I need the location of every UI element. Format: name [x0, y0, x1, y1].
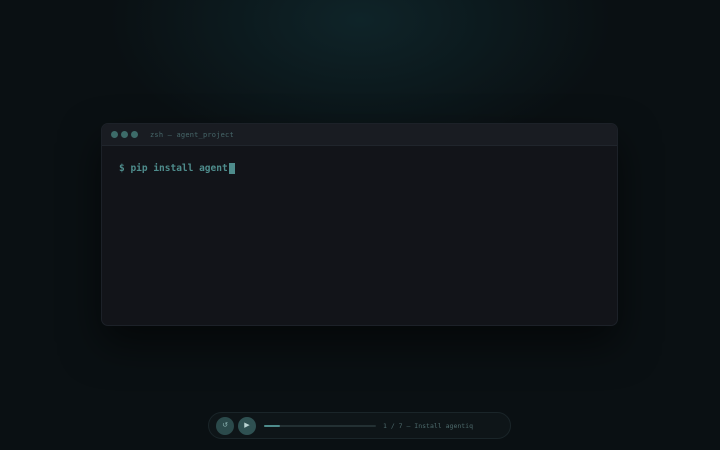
- terminal-window: zsh — agent_project $ pip install agent: [101, 123, 618, 326]
- terminal-body[interactable]: $ pip install agent: [102, 146, 617, 174]
- command-line: $ pip install agent: [119, 163, 617, 174]
- step-label: 1 / 7 — Install agentiq: [383, 421, 474, 430]
- playback-controls: ↺ ▶ 1 / 7 — Install agentiq: [208, 412, 511, 439]
- window-minimize-dot[interactable]: [121, 131, 128, 138]
- terminal-titlebar: zsh — agent_project: [102, 124, 617, 146]
- text-cursor: [228, 163, 235, 174]
- play-button[interactable]: ▶: [238, 416, 256, 435]
- prev-step-button[interactable]: ↺: [216, 416, 234, 435]
- terminal-title: zsh — agent_project: [150, 130, 234, 139]
- window-maximize-dot[interactable]: [131, 131, 138, 138]
- prev-step-icon: ↺: [222, 421, 228, 429]
- progress-fill: [264, 424, 280, 427]
- window-close-dot[interactable]: [111, 131, 118, 138]
- play-icon: ▶: [244, 421, 250, 429]
- command-text: $ pip install agent: [119, 163, 228, 174]
- progress-bar[interactable]: [264, 424, 376, 427]
